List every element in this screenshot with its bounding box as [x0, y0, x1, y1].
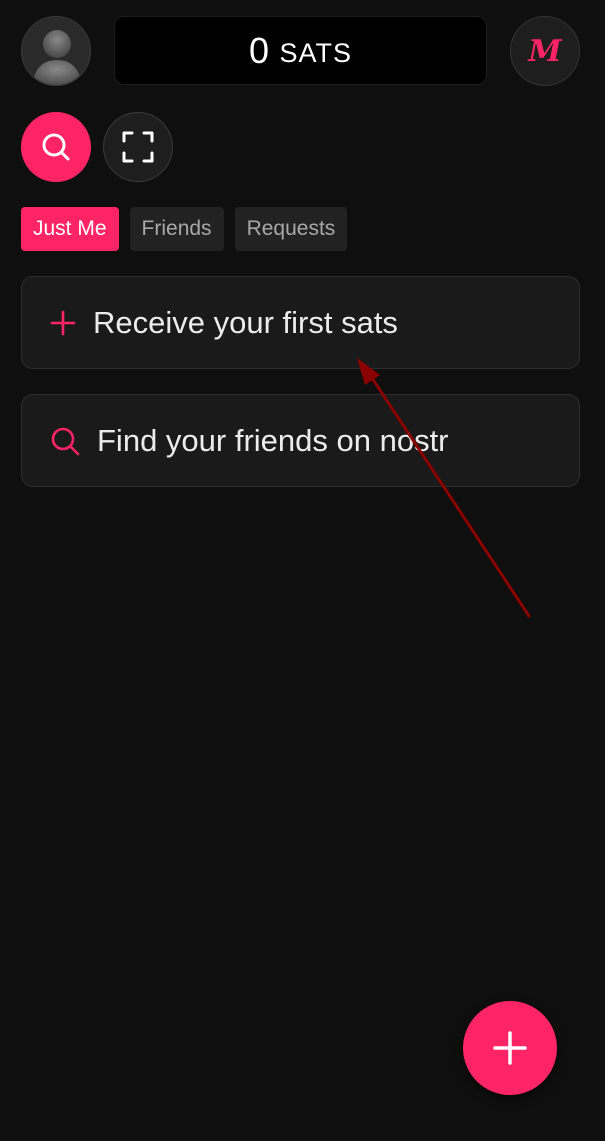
tab-requests[interactable]: Requests	[234, 207, 348, 251]
balance-display[interactable]: 0 SATS	[114, 16, 487, 85]
scan-qr-button[interactable]	[103, 112, 173, 182]
tab-friends[interactable]: Friends	[129, 207, 224, 251]
add-fab-button[interactable]	[463, 1001, 557, 1095]
filter-tabs: Just Me Friends Requests	[21, 207, 348, 251]
profile-avatar[interactable]	[21, 16, 91, 86]
scan-frame-icon	[122, 131, 154, 163]
plus-icon	[50, 310, 76, 335]
find-friends-card[interactable]: Find your friends on nostr	[21, 394, 580, 487]
annotation-arrow	[357, 358, 531, 618]
plus-icon	[493, 1031, 527, 1065]
tab-just-me[interactable]: Just Me	[21, 207, 119, 251]
receive-card-label: Receive your first sats	[93, 304, 398, 340]
search-icon	[51, 427, 80, 455]
balance-amount: 0	[248, 29, 270, 71]
balance-unit: SATS	[279, 37, 353, 68]
app-logo: M	[528, 33, 562, 69]
search-button[interactable]	[21, 112, 91, 182]
menu-logo-button[interactable]: M	[510, 16, 580, 86]
find-card-label: Find your friends on nostr	[97, 422, 449, 458]
receive-first-sats-card[interactable]: Receive your first sats	[21, 276, 580, 369]
search-icon	[42, 133, 70, 161]
user-silhouette-icon	[32, 30, 82, 85]
